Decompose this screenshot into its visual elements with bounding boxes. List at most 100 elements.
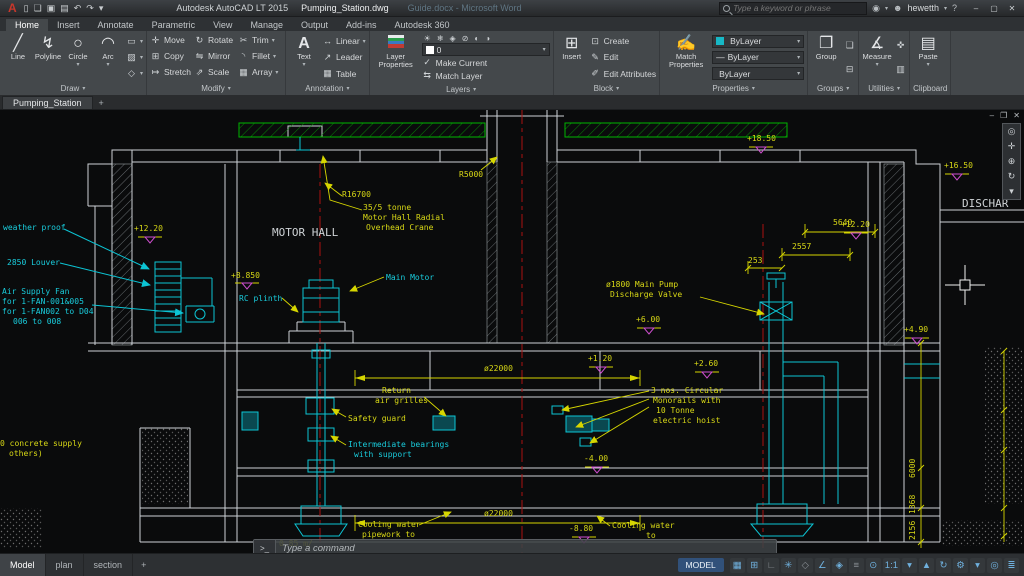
draw-small-button[interactable]: ▨ ▾ [126, 51, 143, 64]
panel-title-draw[interactable]: Draw▾ [3, 82, 143, 95]
otrack-icon[interactable]: ∠ [815, 558, 830, 573]
steering-wheel-icon[interactable]: ◎ [1008, 126, 1016, 137]
zoom-icon[interactable]: ⊕ [1008, 156, 1016, 167]
annotation-tool-button[interactable]: ↗ Leader [322, 51, 366, 64]
draw-small-button[interactable]: ◇ ▾ [126, 67, 143, 80]
panel-title-layers[interactable]: Layers▾ [373, 83, 550, 95]
layer-lock-icon[interactable]: ◈ [450, 34, 456, 43]
minimize-button[interactable]: ‒ [968, 4, 984, 13]
modify-tool-button[interactable]: ▦ Array ▾ [238, 66, 282, 79]
layout-tab[interactable]: section [84, 554, 134, 576]
doc-minimize-icon[interactable]: ‒ [990, 111, 994, 120]
panel-title-block[interactable]: Block▾ [557, 82, 656, 95]
draw-tool-button[interactable]: ↯ Polyline [33, 33, 63, 82]
osnap-icon[interactable]: ◈ [832, 558, 847, 573]
ribbon-tab[interactable]: Parametric [143, 19, 205, 31]
modify-tool-button[interactable]: ⊞ Copy [150, 50, 194, 63]
new-file-tab-button[interactable]: + [93, 97, 110, 109]
modify-tool-button[interactable]: ⇗ Scale [194, 66, 238, 79]
redo-icon[interactable]: ↷ [86, 3, 94, 14]
search-box[interactable] [719, 2, 867, 15]
save-icon[interactable]: ▣ [47, 3, 56, 14]
panel-title-properties[interactable]: Properties▾ [663, 82, 804, 95]
customization-icon[interactable]: ≣ [1004, 558, 1019, 573]
draw-tool-button[interactable]: ◠ Arc ▾ [93, 33, 123, 82]
new-file-icon[interactable]: ▯ [24, 3, 29, 14]
panel-title-annotation[interactable]: Annotation▾ [289, 82, 366, 95]
property-dropdown[interactable]: ByLayer ▾ [712, 67, 804, 80]
ribbon-tab[interactable]: Autodesk 360 [386, 19, 459, 31]
draw-small-button[interactable]: ▭ ▾ [126, 35, 143, 48]
undo-icon[interactable]: ↶ [74, 3, 82, 14]
property-dropdown[interactable]: — ByLayer ▾ [712, 51, 804, 64]
modify-tool-button[interactable]: ↻ Rotate [194, 34, 238, 47]
group-tool-button[interactable]: ⊟ [844, 63, 855, 76]
selection-cycling-icon[interactable]: ⊙ [866, 558, 881, 573]
polar-icon[interactable]: ✳ [781, 558, 796, 573]
layer-dropdown[interactable]: 0 ▾ [422, 43, 550, 56]
ribbon-tab[interactable]: Annotate [89, 19, 143, 31]
workspace-gear-icon[interactable]: ⚙ [953, 558, 968, 573]
block-tool-button[interactable]: ✐ Edit Attributes [590, 67, 656, 80]
qat-menu-icon[interactable]: ▾ [99, 3, 104, 14]
maximize-button[interactable]: ▢ [986, 4, 1002, 13]
draw-tool-button[interactable]: ╱ Line [3, 33, 33, 82]
annotation-tool-button[interactable]: ▦ Table [322, 67, 366, 80]
ribbon-tab[interactable]: Output [292, 19, 337, 31]
insert-block-button[interactable]: ⊞ Insert [557, 33, 587, 82]
layer-properties-button[interactable]: Layer Properties [373, 33, 419, 83]
ribbon-tab[interactable]: Manage [241, 19, 292, 31]
modify-tool-button[interactable]: ↦ Stretch [150, 66, 194, 79]
file-tab[interactable]: Pumping_Station [2, 96, 93, 109]
autocad-logo-icon[interactable]: A [4, 1, 21, 15]
ortho-icon[interactable]: ∟ [764, 558, 779, 573]
annotation-scale-label[interactable]: 1:1 [883, 558, 900, 573]
utility-tool-button[interactable]: ✜ [895, 39, 906, 52]
ribbon-tab[interactable]: Home [6, 19, 48, 31]
annotation-visibility-icon[interactable]: ▲ [919, 558, 934, 573]
command-line[interactable]: >_ Type a command [253, 539, 777, 553]
modify-tool-button[interactable]: ✛ Move [150, 34, 194, 47]
search-menu-icon[interactable]: ▾ [885, 5, 888, 12]
plot-icon[interactable]: ▤ [60, 3, 69, 14]
open-file-icon[interactable]: ❏ [34, 3, 42, 14]
panel-title-clipboard[interactable]: Clipboard [913, 82, 947, 95]
isodraft-icon[interactable]: ◇ [798, 558, 813, 573]
draw-tool-button[interactable]: ○ Circle ▾ [63, 33, 93, 82]
ribbon-tab[interactable]: Add-ins [337, 19, 386, 31]
property-dropdown[interactable]: ByLayer ▾ [712, 35, 804, 48]
autoscale-icon[interactable]: ↻ [936, 558, 951, 573]
grid-icon[interactable]: ▦ [730, 558, 745, 573]
modify-tool-button[interactable]: ◝ Fillet ▾ [238, 50, 282, 63]
scale-menu-icon[interactable]: ▾ [902, 558, 917, 573]
layer-off-icon[interactable]: ⊘ [462, 34, 469, 43]
modify-tool-button[interactable]: ⇋ Mirror [194, 50, 238, 63]
panel-title-groups[interactable]: Groups▾ [811, 82, 855, 95]
panel-title-utilities[interactable]: Utilities▾ [862, 82, 906, 95]
layer-action-button[interactable]: ✓ Make Current [422, 56, 550, 69]
ribbon-tab[interactable]: View [204, 19, 241, 31]
workspace-menu-icon[interactable]: ▾ [970, 558, 985, 573]
lineweight-icon[interactable]: ≡ [849, 558, 864, 573]
match-properties-button[interactable]: ✍ Match Properties [663, 33, 709, 82]
modify-tool-button[interactable]: ✂ Trim ▾ [238, 34, 282, 47]
new-layout-button[interactable]: + [133, 560, 154, 570]
doc-restore-icon[interactable]: ❐ [1000, 111, 1007, 120]
layer-unisolate-icon[interactable]: ◑ [485, 34, 490, 43]
group-tool-button[interactable]: ❏ [844, 39, 855, 52]
block-tool-button[interactable]: ✎ Edit [590, 51, 656, 64]
layer-on-icon[interactable]: ☀ [424, 34, 431, 43]
layer-isolate-icon[interactable]: ◐ [474, 34, 479, 43]
group-button[interactable]: ❐ Group [811, 33, 841, 82]
panel-title-modify[interactable]: Modify▾ [150, 82, 282, 95]
help-icon[interactable]: ? [952, 3, 957, 13]
pan-icon[interactable]: ✛ [1008, 141, 1016, 152]
ribbon-tab[interactable]: Insert [48, 19, 89, 31]
paste-button[interactable]: ▤ Paste ▾ [913, 33, 943, 82]
layer-freeze-icon[interactable]: ❄ [437, 34, 444, 43]
doc-close-icon[interactable]: ✕ [1013, 111, 1020, 120]
snap-icon[interactable]: ⊞ [747, 558, 762, 573]
annotation-tool-button[interactable]: ↔ Linear ▾ [322, 35, 366, 48]
signed-in-user[interactable]: hewetth [907, 3, 939, 13]
search-input[interactable] [733, 3, 863, 13]
